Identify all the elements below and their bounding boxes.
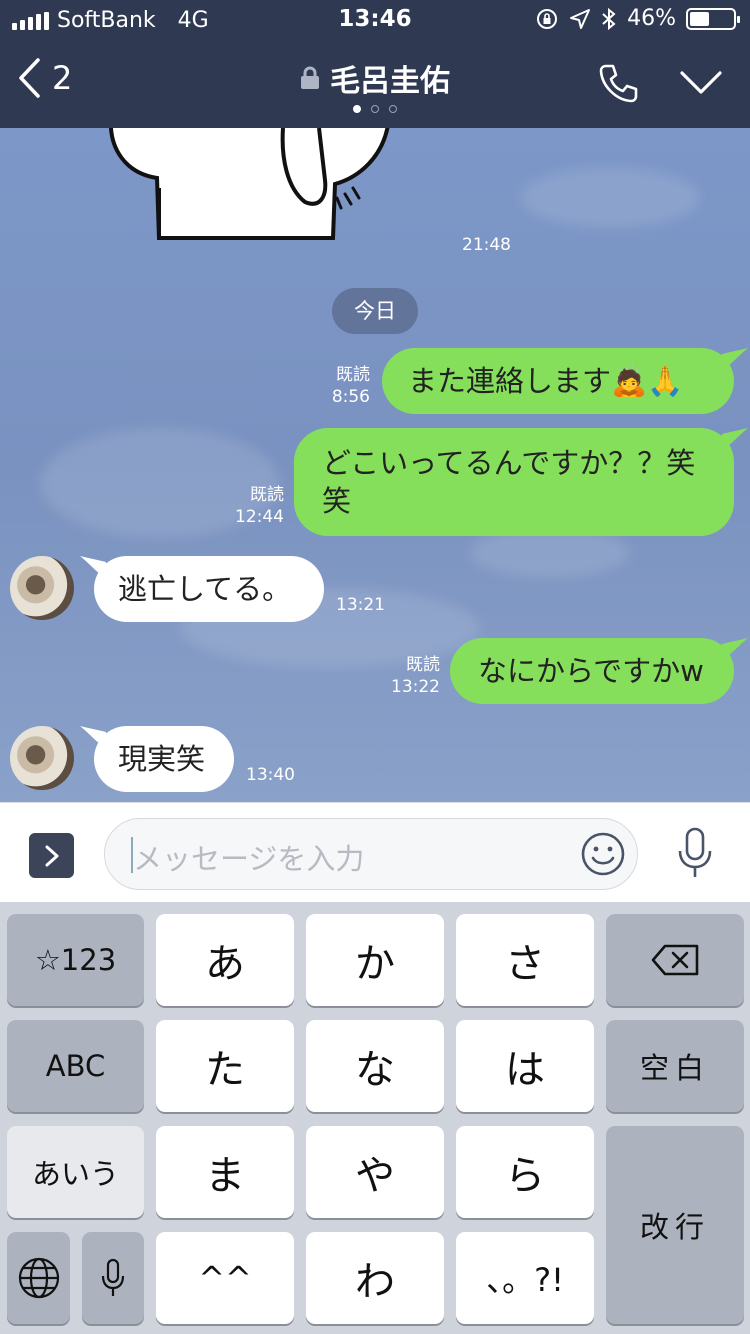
date-divider: 今日 <box>332 288 418 334</box>
key-ta[interactable]: た <box>156 1020 294 1112</box>
key-numbers[interactable]: ☆123 <box>7 914 144 1006</box>
message-bubble-outgoing[interactable]: また連絡します🙇🙏 <box>382 348 734 414</box>
lock-icon <box>301 66 319 89</box>
key-sa[interactable]: さ <box>456 914 594 1006</box>
avatar[interactable] <box>10 726 74 790</box>
globe-icon <box>18 1257 59 1299</box>
message-bubble-incoming[interactable]: 逃亡してる。 <box>94 556 324 622</box>
key-space[interactable]: 空白 <box>606 1020 744 1112</box>
key-emoticon[interactable]: ^^ <box>156 1232 294 1324</box>
voice-input-button[interactable] <box>676 827 714 883</box>
message-text: なにからですかw <box>478 654 704 688</box>
read-receipt: 既読 8:56 <box>331 365 370 407</box>
expand-menu-button[interactable] <box>29 833 74 878</box>
chevron-right-icon <box>45 845 58 866</box>
key-ka[interactable]: か <box>306 914 444 1006</box>
chat-area[interactable]: 21:48 今日 既読 8:56 また連絡します🙇🙏 既読 12:44 どこいってる… <box>0 128 750 802</box>
key-dictation[interactable] <box>82 1232 144 1324</box>
key-ya[interactable]: や <box>306 1126 444 1218</box>
message-placeholder: メッセージを入力 <box>133 842 365 876</box>
bubble-tail <box>722 348 748 370</box>
keyboard: ☆123 あ か さ ABC た な は 空白 あいう ま や ら 改行 ^^ … <box>0 902 750 1334</box>
key-ha[interactable]: は <box>456 1020 594 1112</box>
page-dot <box>389 105 397 113</box>
message-bubble-outgoing[interactable]: なにからですかw <box>450 638 734 704</box>
page-dot <box>371 105 379 113</box>
key-backspace[interactable] <box>606 914 744 1006</box>
message-text: どこいってるんですか？？笑 笑 <box>322 446 696 518</box>
status-bar: SoftBank 4G 13:46 46% <box>0 0 750 40</box>
top-bar: SoftBank 4G 13:46 46% 2 毛呂圭佑 <box>0 0 750 128</box>
menu-button[interactable] <box>680 70 722 100</box>
key-a[interactable]: あ <box>156 914 294 1006</box>
smiley-icon <box>581 832 625 876</box>
rotation-lock-icon <box>537 8 558 29</box>
chat-header: 2 毛呂圭佑 <box>0 40 750 128</box>
message-input[interactable]: メッセージを入力 <box>104 818 638 890</box>
key-ma[interactable]: ま <box>156 1126 294 1218</box>
message-timestamp: 13:21 <box>336 595 385 615</box>
sticker-character-icon <box>109 128 390 240</box>
backspace-icon <box>651 944 699 976</box>
read-receipt: 既読 12:44 <box>235 485 284 527</box>
call-button[interactable] <box>598 62 640 108</box>
avatar[interactable] <box>10 556 74 620</box>
key-na[interactable]: な <box>306 1020 444 1112</box>
bubble-tail <box>722 638 748 660</box>
key-wa[interactable]: わ <box>306 1232 444 1324</box>
message-text: 現実笑 <box>118 742 206 776</box>
contact-name: 毛呂圭佑 <box>330 64 450 99</box>
sticker-image[interactable] <box>105 128 395 254</box>
message-timestamp: 13:40 <box>246 765 295 785</box>
message-text: また連絡します🙇🙏 <box>408 364 684 398</box>
key-punctuation[interactable]: 、。?! <box>456 1232 594 1324</box>
chevron-down-icon <box>680 71 722 94</box>
read-receipt: 既読 13:22 <box>391 655 440 697</box>
key-return[interactable]: 改行 <box>606 1126 744 1324</box>
emoji-button[interactable] <box>581 832 625 880</box>
message-bubble-outgoing[interactable]: どこいってるんですか？？笑 笑 <box>294 428 734 536</box>
battery-percent: 46% <box>627 6 676 31</box>
battery-icon <box>686 7 740 30</box>
page-dot <box>353 105 361 113</box>
key-ra[interactable]: ら <box>456 1126 594 1218</box>
key-kana[interactable]: あいう <box>7 1126 144 1218</box>
key-globe[interactable] <box>7 1232 70 1324</box>
message-input-bar: メッセージを入力 <box>0 802 750 902</box>
sticker-timestamp: 21:48 <box>462 235 511 255</box>
bubble-tail <box>722 428 748 450</box>
message-bubble-incoming[interactable]: 現実笑 <box>94 726 234 792</box>
bluetooth-icon <box>602 7 616 30</box>
microphone-icon <box>678 827 712 877</box>
message-text: 逃亡してる。 <box>118 572 292 606</box>
key-abc[interactable]: ABC <box>7 1020 144 1112</box>
location-icon <box>570 8 591 29</box>
microphone-icon <box>101 1258 125 1296</box>
phone-icon <box>599 64 638 103</box>
